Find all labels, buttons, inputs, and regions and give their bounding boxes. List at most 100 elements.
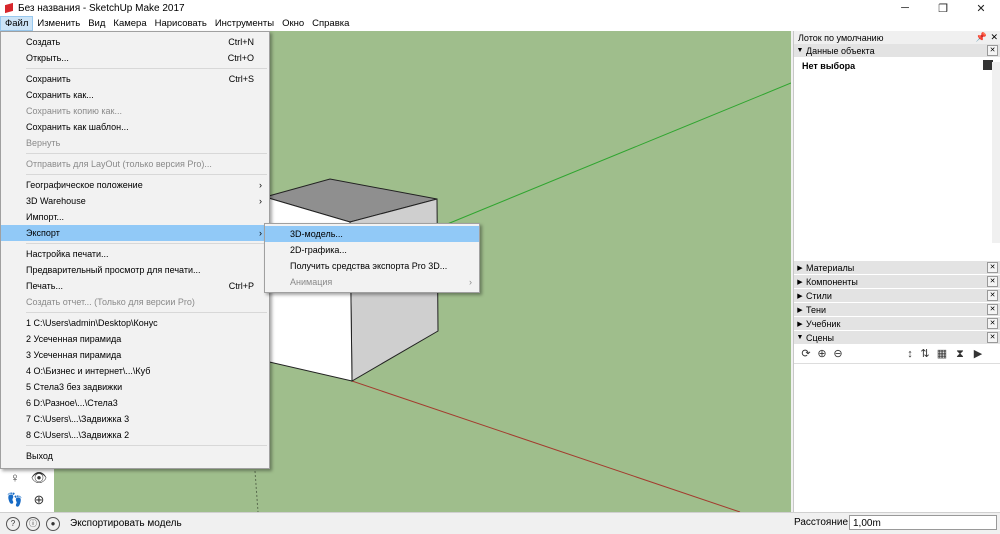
status-message: Экспортировать модель [70, 518, 182, 529]
menu-item-export-2d-graphic[interactable]: 2D-графика... [265, 242, 479, 258]
menu-item-recent-file[interactable]: 4 O:\Бизнес и интернет\...\Куб [1, 363, 269, 379]
minimize-button[interactable]: ─ [886, 0, 924, 16]
details-icon[interactable]: ▶ [972, 348, 984, 360]
panel-components[interactable]: ▶ Компоненты ✕ [794, 275, 1000, 289]
menu-item-print-setup[interactable]: Настройка печати... [1, 246, 269, 262]
walk-icon[interactable]: 👣 [6, 491, 24, 509]
window-title: Без названия - SketchUp Make 2017 [18, 2, 185, 14]
collapse-arrow-icon: ▼ [796, 47, 804, 54]
menu-file[interactable]: Файл [0, 16, 34, 31]
tray-close-icon[interactable]: ✕ [990, 32, 998, 43]
view-options-icon[interactable]: ▦ [936, 348, 948, 360]
menu-item-recent-file[interactable]: 1 C:\Users\admin\Desktop\Конус [1, 315, 269, 331]
close-button[interactable]: ✕ [962, 0, 1000, 16]
status-bar: ? ⓘ ● Экспортировать модель Расстояние 1… [0, 512, 1000, 534]
red-axis-line [351, 380, 741, 512]
look-around-icon[interactable]: 👁 [30, 469, 48, 487]
measurements-input[interactable]: 1,00m [849, 515, 997, 530]
menu-draw[interactable]: Нарисовать [151, 16, 211, 31]
menu-view[interactable]: Вид [84, 16, 109, 31]
pin-icon[interactable]: 📌 [976, 32, 987, 43]
menu-item-print[interactable]: Печать... Ctrl+P [1, 278, 269, 294]
panel-close-icon[interactable]: ✕ [987, 262, 998, 273]
panel-instructor[interactable]: ▶ Учебник ✕ [794, 317, 1000, 331]
panel-entity-info[interactable]: ▼ Данные объекта ✕ [794, 44, 1000, 58]
panel-close-icon[interactable]: ✕ [987, 304, 998, 315]
menu-item-save-as-template[interactable]: Сохранить как шаблон... [1, 119, 269, 135]
expand-arrow-icon: ▶ [797, 264, 803, 272]
menu-separator [26, 445, 267, 446]
selection-status: Нет выбора [802, 61, 856, 71]
menu-item-recent-file[interactable]: 7 C:\Users\...\Задвижка 3 [1, 411, 269, 427]
menu-item-recent-file[interactable]: 3 Усеченная пирамида [1, 347, 269, 363]
remove-scene-icon[interactable]: ⊖ [832, 348, 844, 360]
restore-button[interactable]: ❐ [924, 0, 962, 16]
move-up-icon[interactable]: ↕ [904, 348, 916, 360]
menu-item-recent-file[interactable]: 5 Стела3 без задвижки [1, 379, 269, 395]
panel-close-icon[interactable]: ✕ [987, 332, 998, 343]
menu-item-revert: Вернуть [26, 138, 61, 148]
menu-item-save[interactable]: Сохранить Ctrl+S [1, 71, 269, 87]
menu-help[interactable]: Справка [308, 16, 353, 31]
menu-item-export[interactable]: Экспорт › [1, 225, 269, 241]
menu-item-recent-file[interactable]: 6 D:\Разное\...\Стела3 [1, 395, 269, 411]
tray-title: Лоток по умолчанию [798, 32, 884, 43]
panel-label: Стили [806, 290, 832, 301]
tray-header: Лоток по умолчанию 📌 ✕ [794, 31, 1000, 44]
submenu-arrow-icon: › [259, 228, 262, 238]
credits-icon[interactable]: ⓘ [26, 516, 40, 531]
menu-tools[interactable]: Инструменты [211, 16, 278, 31]
thumbnail-icon[interactable]: ⧗ [954, 348, 966, 360]
menu-separator [26, 174, 267, 175]
menu-edit[interactable]: Изменить [33, 16, 84, 31]
menu-item-geo-location[interactable]: Географическое положение › [1, 177, 269, 193]
menu-camera[interactable]: Камера [109, 16, 150, 31]
file-menu: Создать Ctrl+N Открыть... Ctrl+O Сохранить… [0, 31, 270, 469]
green-axis-line [439, 82, 791, 228]
panel-materials[interactable]: ▶ Материалы ✕ [794, 261, 1000, 275]
collapse-arrow-icon: ▼ [796, 334, 804, 341]
position-camera-icon[interactable]: ♀ [6, 469, 24, 487]
menu-item-get-pro-exporters[interactable]: Получить средства экспорта Pro 3D... [265, 258, 479, 274]
menu-item-import[interactable]: Импорт... [1, 209, 269, 225]
menu-item-3d-warehouse[interactable]: 3D Warehouse › [1, 193, 269, 209]
window-controls: ─ ❐ ✕ [886, 0, 1000, 16]
menu-item-recent-file[interactable]: 8 C:\Users\...\Задвижка 2 [1, 427, 269, 443]
panel-scenes[interactable]: ▼ Сцены ✕ [794, 331, 1000, 345]
panel-close-icon[interactable]: ✕ [987, 276, 998, 287]
menu-item-save-as[interactable]: Сохранить как... [1, 87, 269, 103]
menu-item-exit[interactable]: Выход [1, 448, 269, 464]
panel-close-icon[interactable]: ✕ [987, 45, 998, 56]
menu-item-recent-file[interactable]: 2 Усеченная пирамида [1, 331, 269, 347]
menu-item-new[interactable]: Создать Ctrl+N [1, 34, 269, 50]
menu-item-open[interactable]: Открыть... Ctrl+O [1, 50, 269, 66]
expand-arrow-icon: ▶ [797, 292, 803, 300]
panel-close-icon[interactable]: ✕ [987, 318, 998, 329]
add-scene-icon[interactable]: ⊕ [816, 348, 828, 360]
panel-shadows[interactable]: ▶ Тени ✕ [794, 303, 1000, 317]
menu-item-print-preview[interactable]: Предварительный просмотр для печати... [1, 262, 269, 278]
tray-scrollbar[interactable] [992, 62, 1000, 243]
panel-styles[interactable]: ▶ Стили ✕ [794, 289, 1000, 303]
left-toolbar: ♀ 👁 👣 ⊕ [0, 467, 54, 512]
sketchup-logo-icon [4, 3, 14, 13]
expand-arrow-icon: ▶ [797, 278, 803, 286]
submenu-arrow-icon: › [469, 277, 472, 287]
menu-item-export-3d-model[interactable]: 3D-модель... [265, 226, 479, 242]
panel-label: Данные объекта [806, 45, 875, 56]
refresh-icon[interactable]: ⟳ [800, 348, 812, 360]
expand-arrow-icon: ▶ [797, 320, 803, 328]
section-plane-icon[interactable]: ⊕ [30, 491, 48, 509]
submenu-arrow-icon: › [259, 196, 262, 206]
panel-label: Компоненты [806, 276, 858, 287]
menu-window[interactable]: Окно [278, 16, 308, 31]
measurements-label: Расстояние [794, 517, 849, 528]
panel-close-icon[interactable]: ✕ [987, 290, 998, 301]
user-icon[interactable]: ● [46, 516, 60, 531]
panel-label: Материалы [806, 262, 855, 273]
move-down-icon[interactable]: ⇅ [919, 348, 931, 360]
title-bar: Без названия - SketchUp Make 2017 ─ ❐ ✕ [0, 0, 1000, 16]
default-tray: Лоток по умолчанию 📌 ✕ ▼ Данные объекта … [793, 31, 1000, 512]
menu-item-animation: Анимация › [265, 274, 479, 290]
geo-location-icon[interactable]: ? [6, 516, 20, 531]
